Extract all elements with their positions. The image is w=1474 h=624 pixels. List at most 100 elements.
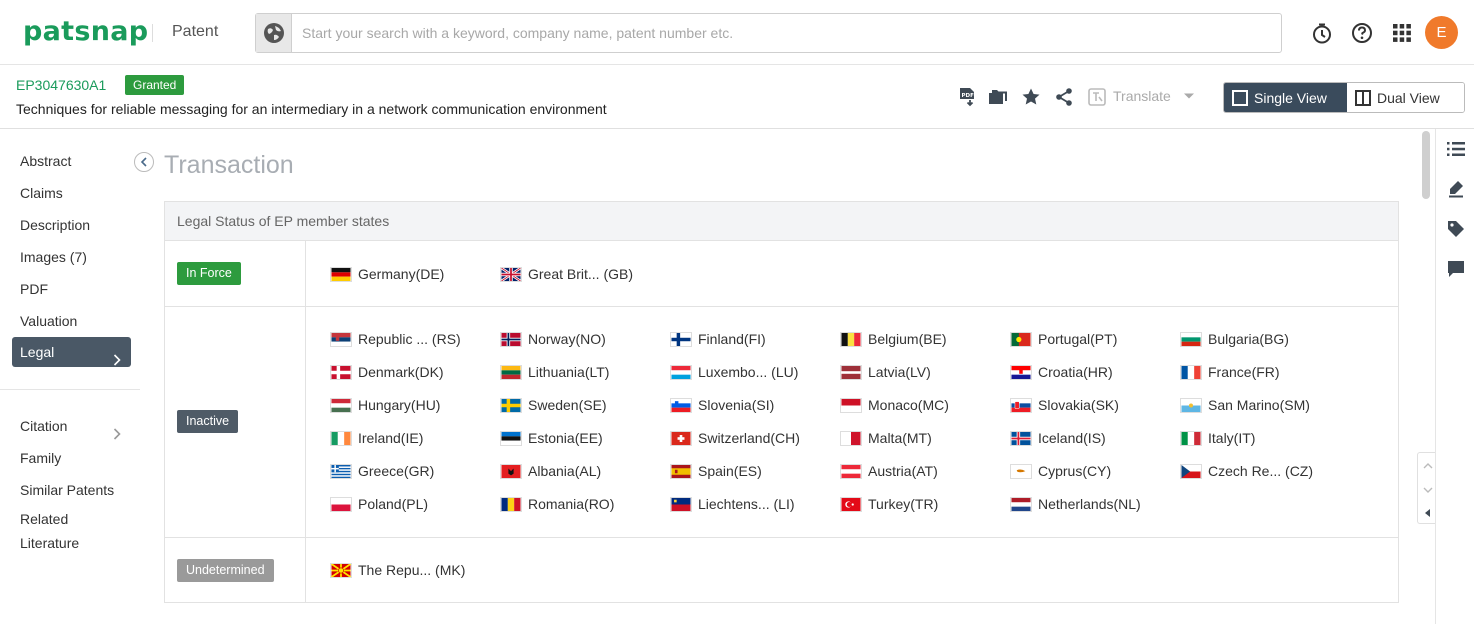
- country-li: Liechtens... (LI): [670, 494, 795, 514]
- country-sm: San Marino(SM): [1180, 395, 1310, 415]
- highlighter-icon[interactable]: [1445, 178, 1467, 200]
- country-name: Croatia(HR): [1038, 364, 1113, 380]
- apps-grid-icon[interactable]: [1390, 21, 1414, 45]
- search-input[interactable]: [302, 14, 1262, 52]
- single-view-icon: [1232, 90, 1248, 106]
- chevron-down-icon[interactable]: [1423, 481, 1433, 499]
- nav-item-similar-patents[interactable]: Similar Patents: [12, 475, 131, 505]
- flag-nl-icon: [1010, 497, 1032, 512]
- nav-item-description[interactable]: Description: [12, 210, 131, 240]
- single-view-label: Single View: [1254, 90, 1327, 106]
- country-no: Norway(NO): [500, 329, 606, 349]
- country-fr: France(FR): [1180, 362, 1280, 382]
- dual-view-button[interactable]: Dual View: [1347, 83, 1464, 112]
- nav-item-legal[interactable]: Legal: [12, 337, 131, 367]
- legal-status-table: Legal Status of EP member states In Forc…: [164, 201, 1399, 603]
- country-gr: Greece(GR): [330, 461, 434, 481]
- product-name[interactable]: Patent: [172, 23, 218, 41]
- status-tag-inactive: Inactive: [177, 410, 238, 433]
- flag-lt-icon: [500, 365, 522, 380]
- country-name: France(FR): [1208, 364, 1280, 380]
- country-name: Norway(NO): [528, 331, 606, 347]
- nav-item-literature[interactable]: Literature: [12, 531, 131, 555]
- country-bg: Bulgaria(BG): [1180, 329, 1289, 349]
- help-icon[interactable]: [1350, 21, 1374, 45]
- patsnap-logo[interactable]: patsnap: [23, 16, 148, 47]
- translate-icon[interactable]: [1086, 86, 1108, 108]
- country-name: Spain(ES): [698, 463, 762, 479]
- country-name: Bulgaria(BG): [1208, 331, 1289, 347]
- country-name: Romania(RO): [528, 496, 614, 512]
- nav-item-related[interactable]: Related: [12, 507, 131, 531]
- chevron-up-icon[interactable]: [1423, 457, 1433, 475]
- timer-icon[interactable]: [1310, 21, 1334, 45]
- country-name: Great Brit... (GB): [528, 266, 633, 282]
- patent-title: Techniques for reliable messaging for an…: [16, 101, 607, 117]
- country-name: Switzerland(CH): [698, 430, 800, 446]
- tag-icon[interactable]: [1445, 218, 1467, 240]
- scrollbar[interactable]: [1419, 129, 1433, 624]
- chevron-down-icon[interactable]: [1183, 89, 1195, 107]
- star-icon[interactable]: [1020, 86, 1042, 108]
- flag-gr-icon: [330, 464, 352, 479]
- nav-item-family[interactable]: Family: [12, 443, 131, 473]
- svg-text:PDF: PDF: [962, 93, 975, 99]
- dual-view-icon: [1355, 90, 1371, 106]
- country-fi: Finland(FI): [670, 329, 766, 349]
- nav-item-claims[interactable]: Claims: [12, 178, 131, 208]
- nav-item-legal-label: Legal: [20, 344, 54, 360]
- list-icon[interactable]: [1445, 138, 1467, 160]
- nav-item-pdf[interactable]: PDF: [12, 274, 131, 304]
- country-it: Italy(IT): [1180, 428, 1255, 448]
- nav-item-valuation[interactable]: Valuation: [12, 306, 131, 336]
- flag-pl-icon: [330, 497, 352, 512]
- caret-left-icon[interactable]: [1424, 505, 1432, 523]
- country-name: Austria(AT): [868, 463, 938, 479]
- status-tag-in-force: In Force: [177, 262, 241, 285]
- country-name: Luxembo... (LU): [698, 364, 798, 380]
- flag-mt-icon: [840, 431, 862, 446]
- flag-hu-icon: [330, 398, 352, 413]
- scrollbar-thumb[interactable]: [1422, 131, 1430, 199]
- user-avatar[interactable]: E: [1425, 16, 1458, 49]
- country-name: Italy(IT): [1208, 430, 1255, 446]
- flag-fi-icon: [670, 332, 692, 347]
- translate-button[interactable]: Translate: [1113, 88, 1171, 104]
- collapse-nav-button[interactable]: [134, 152, 154, 172]
- flag-mc-icon: [840, 398, 862, 413]
- view-toggle: Single View Dual View: [1223, 82, 1465, 113]
- chevron-left-icon: [140, 157, 148, 167]
- flag-sm-icon: [1180, 398, 1202, 413]
- country-rs: Republic ... (RS): [330, 329, 461, 349]
- flag-li-icon: [670, 497, 692, 512]
- country-mk: The Repu... (MK): [330, 560, 465, 580]
- globe-icon[interactable]: [256, 14, 292, 52]
- flag-rs-icon: [330, 332, 352, 347]
- flag-fr-icon: [1180, 365, 1202, 380]
- country-name: Belgium(BE): [868, 331, 947, 347]
- left-nav: Abstract Claims Description Images (7) P…: [0, 129, 140, 624]
- comment-icon[interactable]: [1445, 258, 1467, 280]
- pdf-download-icon[interactable]: PDF: [956, 86, 978, 108]
- status-row-in-force: In Force Germany(DE)Great Brit... (GB): [165, 241, 1398, 307]
- single-view-button[interactable]: Single View: [1224, 83, 1347, 112]
- flag-es-icon: [670, 464, 692, 479]
- country-name: Czech Re... (CZ): [1208, 463, 1313, 479]
- chevron-right-icon: [113, 346, 121, 376]
- country-se: Sweden(SE): [500, 395, 607, 415]
- folder-icon[interactable]: [987, 86, 1009, 108]
- nav-item-citation-label: Citation: [20, 418, 67, 434]
- share-icon[interactable]: [1053, 86, 1075, 108]
- country-dk: Denmark(DK): [330, 362, 444, 382]
- flag-se-icon: [500, 398, 522, 413]
- country-nl: Netherlands(NL): [1010, 494, 1141, 514]
- flag-ie-icon: [330, 431, 352, 446]
- country-name: Lithuania(LT): [528, 364, 609, 380]
- flag-si-icon: [670, 398, 692, 413]
- country-name: Iceland(IS): [1038, 430, 1106, 446]
- nav-item-abstract[interactable]: Abstract: [12, 146, 131, 176]
- status-row-inactive: Inactive Republic ... (RS) Norway(NO) Finl…: [165, 307, 1398, 538]
- nav-item-citation[interactable]: Citation: [12, 411, 131, 441]
- nav-item-images[interactable]: Images (7): [12, 242, 131, 272]
- country-si: Slovenia(SI): [670, 395, 774, 415]
